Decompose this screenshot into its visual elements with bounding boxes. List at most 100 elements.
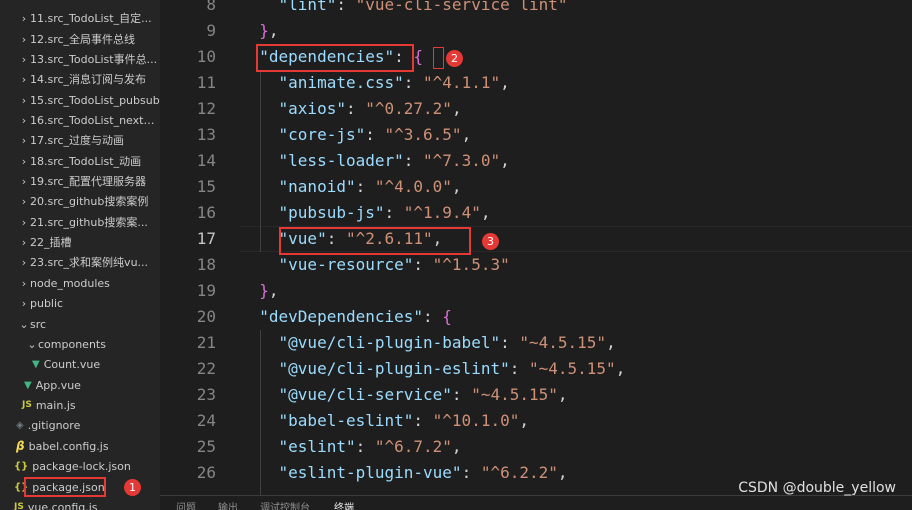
code-line: "animate.css": "^4.1.1", <box>278 73 510 92</box>
chevron-right-icon: › <box>21 215 27 229</box>
chevron-right-icon: › <box>21 154 27 168</box>
code-line: "nanoid": "^4.0.0", <box>278 177 462 196</box>
tree-label: 22_插槽 <box>30 236 72 249</box>
tree-folder[interactable]: › 16.src_TodoList_nextTi... <box>0 110 160 130</box>
babel-file-icon: β <box>16 439 25 453</box>
annotation-badge-2: 2 <box>446 50 463 67</box>
tree-label: components <box>38 337 106 351</box>
tree-label: Count.vue <box>43 357 101 371</box>
chevron-right-icon: › <box>21 113 27 127</box>
code-line: "lint": "vue-cli-service lint" <box>278 0 568 14</box>
code-line: "eslint": "^6.7.2", <box>278 437 462 456</box>
tab-problems[interactable]: 问题 <box>176 499 196 510</box>
tree-folder[interactable]: › 22_插槽 <box>0 232 160 252</box>
line-number: 19 <box>196 281 216 300</box>
tree-folder[interactable]: › 17.src_过度与动画 <box>0 130 160 150</box>
tab-output[interactable]: 输出 <box>218 499 238 510</box>
tree-label: 11.src_TodoList_自定... <box>30 12 152 25</box>
annotation-box-vue-version <box>279 227 471 255</box>
js-file-icon: JS <box>22 400 32 410</box>
line-number: 10 <box>196 47 216 66</box>
annotation-box-package-json <box>24 477 106 497</box>
chevron-down-icon: ⌄ <box>19 317 29 331</box>
tree-label: .gitignore <box>27 418 81 432</box>
tree-folder[interactable]: › node_modules <box>0 273 160 293</box>
code-line: "less-loader": "^7.3.0", <box>278 151 510 170</box>
code-line: "axios": "^0.27.2", <box>278 99 462 118</box>
tree-label: src <box>30 317 47 331</box>
tree-folder[interactable]: › 13.src_TodoList事件总... <box>0 49 160 69</box>
tree-folder[interactable]: › 21.src_github搜索案... <box>0 212 160 232</box>
tree-label: 13.src_TodoList事件总... <box>30 53 158 66</box>
chevron-right-icon: › <box>21 296 27 310</box>
explorer-sidebar: › 11.src_TodoList_自定... › 12.src_全局事件总线 … <box>0 0 160 510</box>
tree-label: main.js <box>35 398 76 412</box>
line-number: 25 <box>196 437 216 456</box>
tree-label: 21.src_github搜索案... <box>30 216 148 229</box>
annotation-box-open-brace <box>433 47 444 69</box>
tree-folder[interactable]: › 15.src_TodoList_pubsub <box>0 90 160 110</box>
chevron-right-icon: › <box>21 235 27 249</box>
tree-folder[interactable]: ⌄ src <box>0 314 160 334</box>
line-number: 11 <box>196 73 216 92</box>
tree-file[interactable]: ▼ App.vue <box>0 375 160 395</box>
code-line: }, <box>259 21 279 40</box>
tab-debug-console[interactable]: 调试控制台 <box>260 499 310 510</box>
tree-folder[interactable]: › 19.src_配置代理服务器 <box>0 171 160 191</box>
tree-file[interactable]: ▼ Count.vue <box>0 354 160 374</box>
code-line: "@vue/cli-service": "~4.5.15", <box>278 385 568 404</box>
chevron-right-icon: › <box>21 32 27 46</box>
annotation-badge-1: 1 <box>124 479 141 496</box>
chevron-right-icon: › <box>21 194 27 208</box>
chevron-right-icon: › <box>21 133 27 147</box>
tree-folder[interactable]: ⌄ components <box>0 334 160 354</box>
line-number: 20 <box>196 307 216 326</box>
tree-file[interactable]: JS main.js <box>0 395 160 415</box>
tree-file[interactable]: JS vue.config.js <box>0 497 160 510</box>
tree-folder[interactable]: › public <box>0 293 160 313</box>
tree-file[interactable]: β babel.config.js <box>0 436 160 456</box>
tree-label: 16.src_TodoList_nextTi... <box>30 113 160 127</box>
chevron-right-icon: › <box>21 52 27 66</box>
tree-folder[interactable]: › 14.src_消息订阅与发布 <box>0 69 160 89</box>
chevron-right-icon: › <box>21 276 27 290</box>
code-line: "pubsub-js": "^1.9.4", <box>278 203 491 222</box>
line-number: 21 <box>196 333 216 352</box>
tree-folder[interactable]: › 20.src_github搜索案例 <box>0 191 160 211</box>
code-line: }, <box>259 281 279 300</box>
line-number: 12 <box>196 99 216 118</box>
tree-folder[interactable]: › 12.src_全局事件总线 <box>0 29 160 49</box>
chevron-right-icon: › <box>21 72 27 86</box>
chevron-right-icon: › <box>21 93 27 107</box>
tree-label: 17.src_过度与动画 <box>30 134 125 147</box>
tree-file[interactable]: {} package-lock.json <box>0 456 160 476</box>
tree-label: 12.src_全局事件总线 <box>30 33 136 46</box>
tree-label: node_modules <box>30 276 110 290</box>
line-number: 26 <box>196 463 216 482</box>
tab-terminal[interactable]: 终端 <box>334 499 354 510</box>
code-line: "vue-resource": "^1.5.3" <box>278 255 510 274</box>
code-line: "@vue/cli-plugin-babel": "~4.5.15", <box>278 333 616 352</box>
tree-folder[interactable]: › 18.src_TodoList_动画 <box>0 151 160 171</box>
json-file-icon: {} <box>14 460 29 472</box>
vue-file-icon: ▼ <box>32 358 40 370</box>
tree-label: App.vue <box>35 378 81 392</box>
code-line: "babel-eslint": "^10.1.0", <box>278 411 529 430</box>
line-number: 22 <box>196 359 216 378</box>
tree-folder[interactable]: › 11.src_TodoList_自定... <box>0 8 160 28</box>
code-line: "eslint-plugin-vue": "^6.2.2", <box>278 463 568 482</box>
line-number: 18 <box>196 255 216 274</box>
code-line: "devDependencies": { <box>259 307 452 326</box>
tree-label: package-lock.json <box>32 459 131 473</box>
tree-file[interactable]: ◈ .gitignore <box>0 415 160 435</box>
code-editor[interactable]: "lint": "vue-cli-service lint" }, "depen… <box>240 0 912 495</box>
annotation-badge-3: 3 <box>482 233 499 250</box>
tree-label: 19.src_配置代理服务器 <box>30 175 147 188</box>
annotation-box-dependencies <box>256 44 414 72</box>
code-line: "@vue/cli-plugin-eslint": "~4.5.15", <box>278 359 626 378</box>
line-number: 24 <box>196 411 216 430</box>
chevron-right-icon: › <box>21 255 27 269</box>
tree-label: 15.src_TodoList_pubsub <box>30 93 160 107</box>
tree-folder[interactable]: › 23.src_求和案例纯vu... <box>0 252 160 272</box>
bottom-panel-tabs: 问题 输出 调试控制台 终端 <box>160 495 912 510</box>
